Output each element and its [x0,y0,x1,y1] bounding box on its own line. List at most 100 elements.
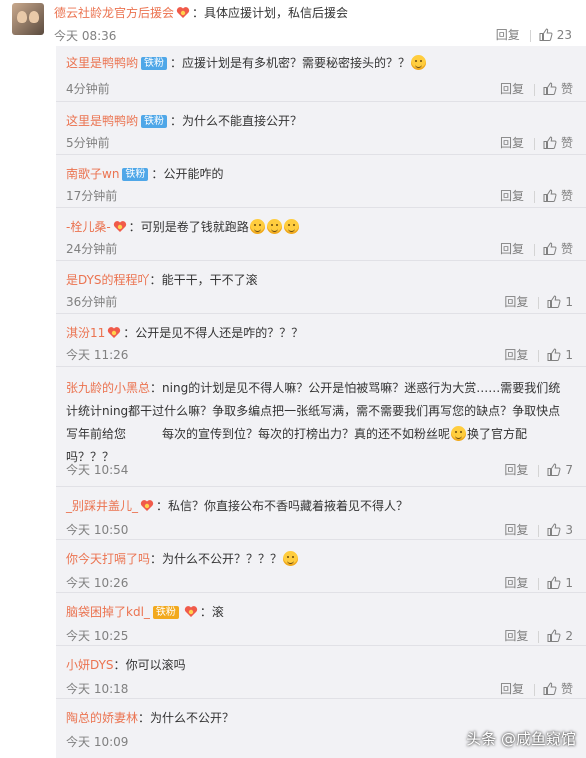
thumbs-up-icon[interactable] [547,347,561,364]
separator: ： [150,381,163,395]
reply-line: 是DYS的程程吖：能干干，干不了滚 [66,271,258,289]
timestamp: 今天 10:50 [66,523,129,537]
username-link[interactable]: 小妍DYS [66,658,114,672]
like-count[interactable]: 赞 [561,82,573,96]
reply-line: 这里是鸭鸭哟 铁粉 ：为什么不能直接公开？ [66,112,302,130]
reply-button[interactable]: 回复 [504,629,528,643]
thumbs-up-icon[interactable] [543,81,557,98]
reply-line: 小妍DYS：你可以滚吗 [66,656,186,674]
reply-actions: 回复 1 [504,293,573,311]
like-count[interactable]: 1 [565,576,573,590]
thumbs-up-icon[interactable] [547,294,561,311]
reply-text: 为什么不公开？ [150,711,235,725]
divider [533,83,535,96]
username-link[interactable]: 张九龄的小黑总 [66,381,150,395]
username-link[interactable]: 这里是鸭鸭哟 [66,56,138,70]
reply-text: 能干干，干不了滚 [161,273,258,287]
username-link[interactable]: 是DYS的程程吖 [66,273,150,287]
smile-emoji-icon [283,551,299,566]
divider [538,524,540,537]
divider [533,243,535,256]
divider [533,190,535,203]
thumbs-up-icon[interactable] [547,575,561,592]
separator: ： [150,552,163,566]
reply-line: _别踩井盖儿_ ：私信？你直接公布不香吗藏着掖着见不得人？ [66,497,408,515]
fan-badge-icon [176,6,190,19]
separator: ： [113,658,126,672]
username-link[interactable]: 这里是鸭鸭哟 [66,114,138,128]
reply-actions: 回复 1 [504,346,573,364]
thumbs-up-icon[interactable] [543,188,557,205]
thumbs-up-icon[interactable] [539,27,553,44]
reply-text: 为什么不公开？？？？ [162,552,283,566]
reply-divider [56,366,586,367]
thumbs-up-icon[interactable] [543,241,557,258]
reply-button[interactable]: 回复 [504,348,528,362]
reply-button[interactable]: 回复 [504,463,528,477]
reply-button[interactable]: 回复 [504,523,528,537]
username-link[interactable]: 你今天打嗝了吗 [66,552,150,566]
reply-button[interactable]: 回复 [504,295,528,309]
timestamp: 今天 08:36 [54,29,117,43]
watermark: 头条 @咸鱼窥馆 [466,730,576,748]
reply-button[interactable]: 回复 [500,682,524,696]
reply-button[interactable]: 回复 [504,576,528,590]
thumbs-up-icon[interactable] [543,135,557,152]
username-link[interactable]: 德云社龄龙官方后援会 [54,6,174,20]
reply-button[interactable]: 回复 [496,28,520,42]
reply-line: 淇汾11 ：公开是见不得人还是咋的？？？ [66,324,303,342]
thumbs-up-icon[interactable] [543,681,557,698]
reply-text: 为什么不能直接公开？ [182,114,303,128]
divider [538,464,540,477]
reply-actions: 回复 赞 [500,680,573,698]
like-count[interactable]: 3 [565,523,573,537]
like-count[interactable]: 1 [565,295,573,309]
thumbs-up-icon[interactable] [547,628,561,645]
reply-divider [56,592,586,593]
reply-line: 这里是鸭鸭哟 铁粉 ：应援计划是有多机密？需要秘密接头的？？ [66,54,427,72]
avatar[interactable] [12,3,44,35]
smile-emoji-icon [283,219,299,234]
separator: ： [156,499,169,513]
reply-button[interactable]: 回复 [500,136,524,150]
divider [538,630,540,643]
reply-button[interactable]: 回复 [500,82,524,96]
reply-line: 你今天打嗝了吗：为什么不公开？？？？ [66,550,299,568]
username-link[interactable]: _别踩井盖儿_ [66,499,138,513]
timestamp: 今天 10:25 [66,629,129,643]
username-link[interactable]: 脑袋困掉了kdl_ [66,605,150,619]
like-count[interactable]: 赞 [561,189,573,203]
separator: ： [128,220,141,234]
username-link[interactable]: -栓儿桑- [66,220,111,234]
timestamp: 24分钟前 [66,242,118,256]
like-count[interactable]: 赞 [561,136,573,150]
fan-badge-icon [107,326,121,339]
like-count[interactable]: 2 [565,629,573,643]
separator: ： [170,56,183,70]
separator: ： [192,6,205,20]
smile-emoji-icon [266,219,282,234]
fan-level-badge: 铁粉 [152,606,179,619]
reply-divider [56,539,586,540]
reply-divider [56,101,586,102]
like-count[interactable]: 赞 [561,682,573,696]
like-count[interactable]: 7 [565,463,573,477]
reply-divider [56,645,586,646]
reply-text: 可别是卷了钱就跑路 [140,220,249,234]
like-count[interactable]: 1 [565,348,573,362]
username-link[interactable]: 南歌子wn [66,167,119,181]
divider [538,577,540,590]
reply-divider [56,698,586,699]
reply-line: -栓儿桑- ：可别是卷了钱就跑路 [66,218,300,236]
thumbs-up-icon[interactable] [547,462,561,479]
username-link[interactable]: 陶总的娇妻林 [66,711,138,725]
username-link[interactable]: 淇汾11 [66,326,105,340]
thumbs-up-icon[interactable] [547,522,561,539]
reply-button[interactable]: 回复 [500,242,524,256]
timestamp: 今天 11:26 [66,348,129,362]
like-count[interactable]: 赞 [561,242,573,256]
like-count[interactable]: 23 [557,28,572,42]
divider [538,296,540,309]
reply-line: 陶总的娇妻林：为什么不公开？ [66,709,234,727]
reply-button[interactable]: 回复 [500,189,524,203]
